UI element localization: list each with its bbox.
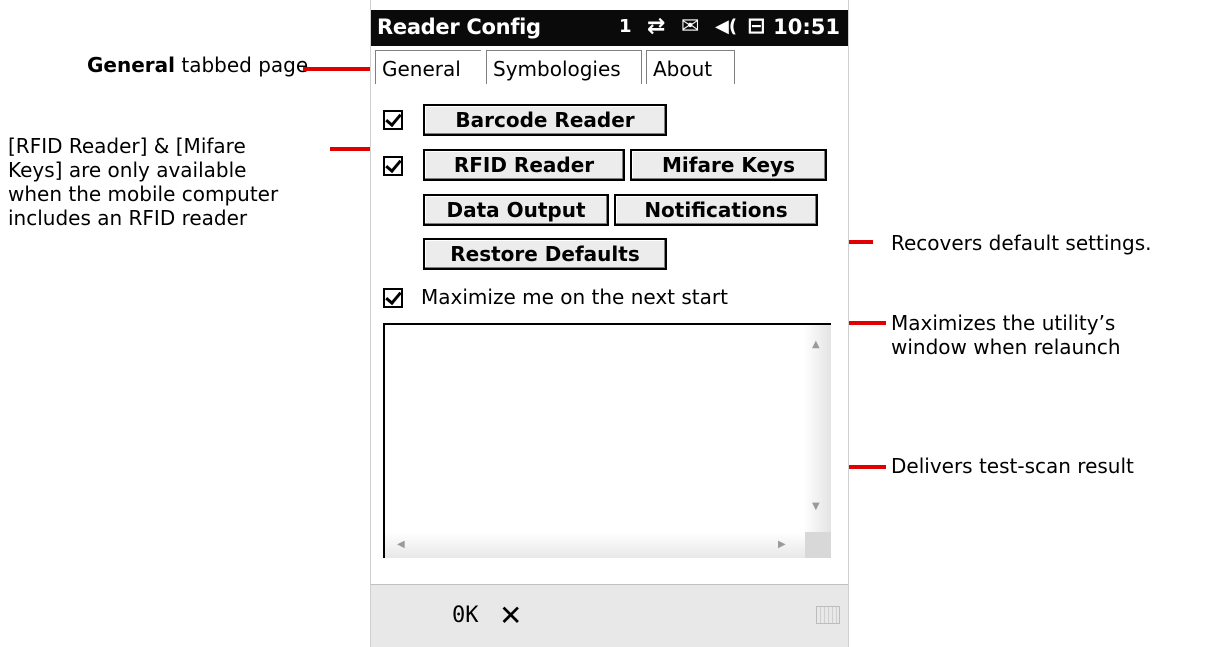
volume-icon[interactable]: ◀( bbox=[715, 14, 737, 40]
tab-general[interactable]: General bbox=[375, 50, 481, 84]
annotation-rfid-line4: includes an RFID reader bbox=[8, 206, 248, 230]
tab-about[interactable]: About bbox=[646, 50, 735, 84]
keyboard-icon[interactable] bbox=[816, 606, 840, 624]
annotation-result-note: Delivers test-scan result bbox=[891, 454, 1134, 478]
scroll-down-icon[interactable]: ▼ bbox=[812, 501, 820, 512]
message-icon[interactable]: ✉ bbox=[681, 14, 699, 40]
scroll-left-icon[interactable]: ◀ bbox=[397, 539, 405, 550]
scroll-right-icon[interactable]: ▶ bbox=[778, 539, 786, 550]
data-output-button[interactable]: Data Output bbox=[423, 194, 609, 226]
maximize-label[interactable]: Maximize me on the next start bbox=[421, 285, 728, 309]
mifare-keys-button[interactable]: Mifare Keys bbox=[630, 149, 827, 181]
rfid-reader-button[interactable]: RFID Reader bbox=[423, 149, 625, 181]
scan-result-textarea[interactable]: ▲ ▼ ◀ ▶ bbox=[383, 323, 831, 558]
close-icon[interactable]: ✕ bbox=[499, 599, 522, 632]
horizontal-scrollbar[interactable]: ◀ ▶ bbox=[385, 532, 805, 558]
ok-button[interactable]: 0K bbox=[452, 603, 479, 628]
annotation-rfid-line1: [RFID Reader] & [Mifare bbox=[8, 134, 246, 158]
annotation-rfid-line2: Keys] are only available bbox=[8, 158, 247, 182]
annotation-restore-note: Recovers default settings. bbox=[891, 231, 1152, 255]
clock-time: 10:51 bbox=[773, 15, 840, 39]
annotation-maximize-line1: Maximizes the utility’s bbox=[891, 311, 1116, 335]
annotation-general-bold: General bbox=[87, 53, 175, 77]
barcode-reader-button[interactable]: Barcode Reader bbox=[423, 104, 667, 136]
annotation-maximize-note: Maximizes the utility’s window when rela… bbox=[891, 311, 1121, 359]
rfid-reader-checkbox[interactable] bbox=[383, 155, 403, 176]
signal-icon: 1 bbox=[619, 16, 632, 37]
app-title: Reader Config bbox=[377, 15, 541, 39]
annotation-general-rest: tabbed page bbox=[175, 53, 309, 77]
device-screen: Reader Config 1 ⇄ ✉ ◀( ⊟ 10:51 General S… bbox=[370, 0, 849, 647]
maximize-checkbox[interactable] bbox=[383, 287, 403, 308]
battery-icon[interactable]: ⊟ bbox=[747, 14, 765, 40]
annotation-general-tab: General tabbed page bbox=[87, 53, 308, 77]
annotation-rfid-line3: when the mobile computer bbox=[8, 182, 279, 206]
restore-defaults-button[interactable]: Restore Defaults bbox=[423, 238, 667, 270]
notifications-button[interactable]: Notifications bbox=[614, 194, 818, 226]
barcode-reader-checkbox[interactable] bbox=[383, 109, 403, 130]
scrollbar-corner bbox=[805, 532, 831, 558]
annotation-rfid-note: [RFID Reader] & [Mifare Keys] are only a… bbox=[8, 134, 278, 230]
sync-icon[interactable]: ⇄ bbox=[647, 14, 665, 40]
annotation-maximize-line2: window when relaunch bbox=[891, 335, 1121, 359]
bottom-menu-bar: 0K ✕ bbox=[371, 584, 848, 647]
vertical-scrollbar[interactable]: ▲ ▼ bbox=[803, 325, 831, 551]
status-bar: Reader Config 1 ⇄ ✉ ◀( ⊟ 10:51 bbox=[371, 10, 848, 46]
scroll-up-icon[interactable]: ▲ bbox=[812, 339, 820, 350]
tab-symbologies[interactable]: Symbologies bbox=[486, 50, 642, 84]
